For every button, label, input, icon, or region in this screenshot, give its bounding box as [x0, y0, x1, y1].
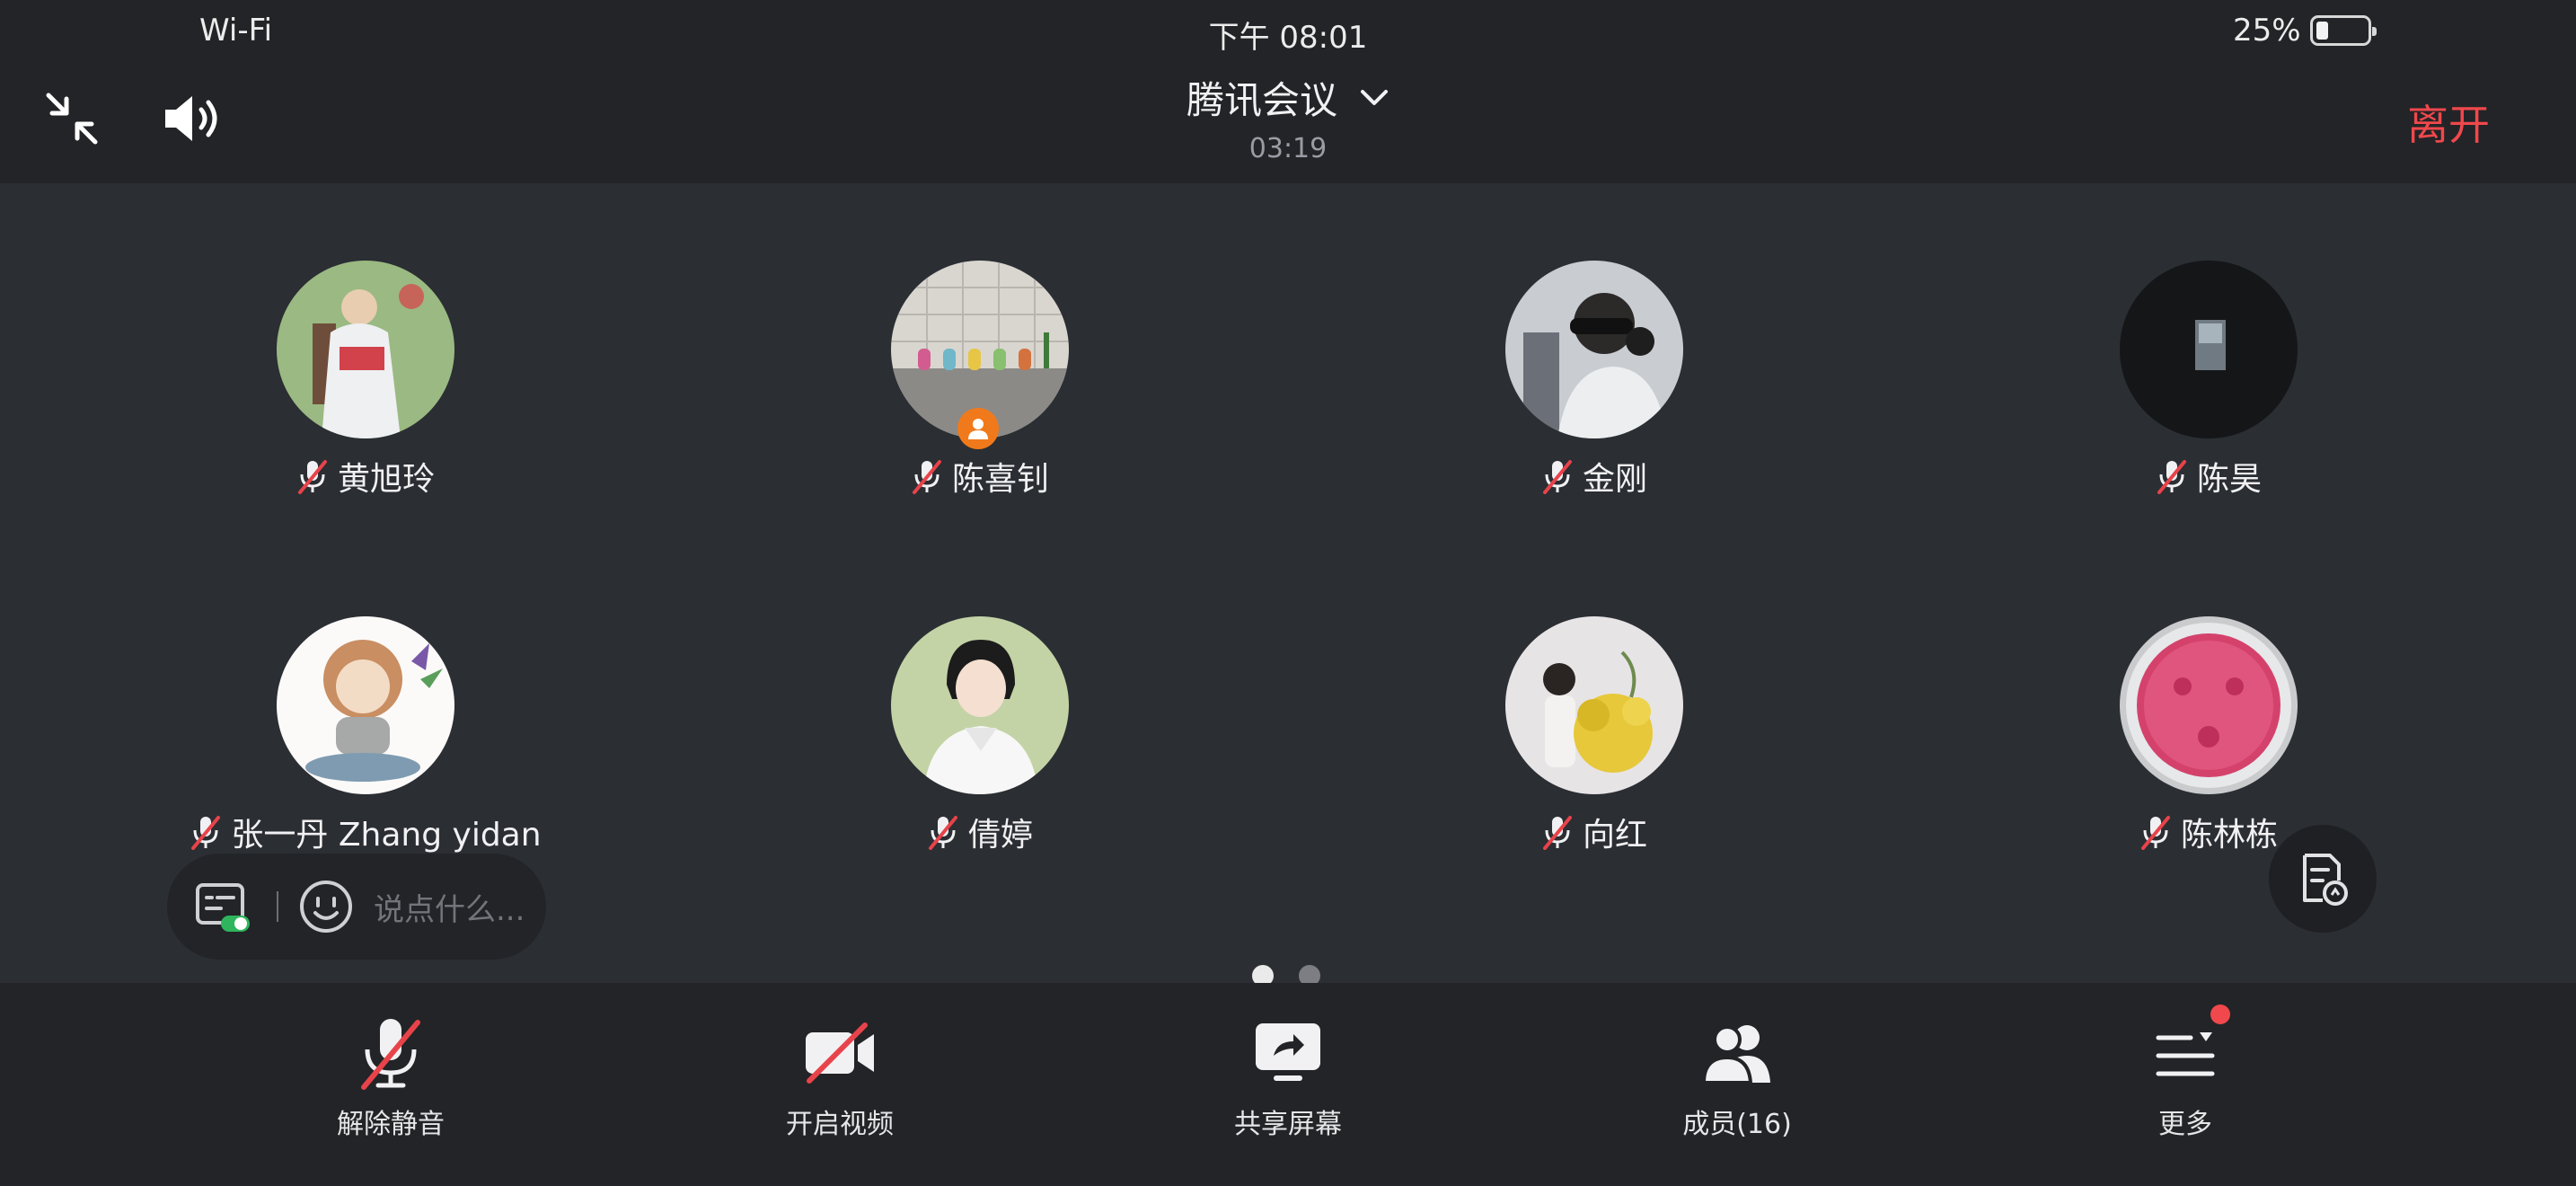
start-video-button[interactable]: 开启视频 [723, 1008, 957, 1141]
share-screen-icon [1256, 1023, 1320, 1081]
mic-muted-icon [912, 460, 941, 494]
participant-name-row: 陈林栋 [2139, 810, 2278, 854]
participant-name: 向红 [1582, 817, 1647, 854]
chat-divider [277, 891, 278, 922]
participant-name-row: 张一丹 Zhang yidan [190, 810, 542, 854]
members-icon [1701, 1025, 1770, 1084]
participant-tile[interactable]: 陈昊 [2029, 261, 2388, 498]
meeting-notes-button[interactable] [2269, 825, 2377, 933]
status-battery: 25% [2233, 13, 2377, 49]
participant-name-row: 金刚 [1541, 455, 1647, 498]
mic-muted-icon [1542, 460, 1572, 494]
mic-muted-icon [297, 460, 327, 494]
participant-name: 陈林栋 [2180, 817, 2278, 854]
participant-name-row: 黄旭玲 [296, 455, 435, 498]
unmute-button[interactable]: 解除静音 [274, 1008, 507, 1141]
mic-muted-icon [1542, 816, 1572, 850]
bottom-toolbar: 解除静音 开启视频 共享屏幕 成员(16) 更多 [0, 983, 2576, 1186]
participant-avatar [891, 616, 1069, 794]
participant-tile[interactable]: 向红 [1415, 616, 1774, 854]
participant-avatar [1505, 616, 1683, 794]
battery-tip [2371, 27, 2377, 36]
mic-muted-icon [2157, 460, 2186, 494]
battery-icon [2309, 15, 2377, 46]
tool-icon-wrap [802, 1008, 878, 1098]
members-label: 成员(16) [1682, 1109, 1792, 1140]
participant-tile[interactable]: 陈林栋 [2029, 616, 2388, 854]
participant-tile[interactable]: 陈喜钊 [800, 261, 1160, 498]
participant-name: 金刚 [1582, 461, 1647, 498]
more-button[interactable]: 更多 [2069, 1005, 2302, 1141]
status-time: 下午 08:01 [1208, 20, 1368, 56]
leave-button[interactable]: 离开 [2407, 93, 2490, 152]
tool-icon-wrap [358, 1008, 423, 1098]
battery-level [2316, 22, 2329, 40]
battery-percent: 25% [2233, 13, 2301, 49]
meeting-title: 腾讯会议 [1186, 78, 1337, 122]
mic-muted-icon [361, 1019, 420, 1090]
participant-name-row: 倩婷 [927, 810, 1033, 854]
members-button[interactable]: 成员(16) [1620, 1008, 1854, 1141]
more-label: 更多 [2158, 1109, 2212, 1140]
share-screen-label: 共享屏幕 [1234, 1109, 1342, 1140]
participant-tile[interactable]: 黄旭玲 [186, 261, 545, 498]
chevron-down-icon [1361, 89, 1388, 105]
meeting-duration: 03:19 [1248, 133, 1328, 164]
participant-name-row: 向红 [1541, 810, 1647, 854]
share-screen-button[interactable]: 共享屏幕 [1171, 1008, 1405, 1141]
more-menu-icon [2156, 1032, 2215, 1076]
unmute-label: 解除静音 [337, 1109, 445, 1140]
tool-icon-wrap [2153, 1005, 2230, 1098]
participant-name: 黄旭玲 [337, 461, 435, 498]
participant-tile[interactable]: 金刚 [1415, 261, 1774, 498]
participant-avatar [277, 261, 454, 438]
host-badge-icon [957, 408, 999, 449]
mic-muted-icon [2140, 816, 2170, 850]
notes-icon [2303, 854, 2348, 906]
start-video-label: 开启视频 [786, 1109, 894, 1140]
notification-dot [2210, 1005, 2230, 1024]
participant-name: 陈昊 [2196, 461, 2262, 498]
chat-input-bar[interactable]: 说点什么... [167, 854, 546, 960]
mic-muted-icon [928, 816, 957, 850]
subtitles-toggle-icon[interactable] [194, 880, 251, 934]
meeting-title-button[interactable]: 腾讯会议 [0, 70, 2576, 125]
participant-avatar [277, 616, 454, 794]
tool-icon-wrap [1698, 1008, 1776, 1098]
tool-icon-wrap [1252, 1008, 1324, 1098]
participant-name: 陈喜钊 [951, 461, 1049, 498]
participant-avatar [2120, 261, 2298, 438]
participant-name-row: 陈喜钊 [911, 455, 1049, 498]
emoji-icon[interactable] [298, 879, 354, 934]
participant-tile[interactable]: 张一丹 Zhang yidan [186, 616, 545, 854]
participant-tile[interactable]: 倩婷 [800, 616, 1160, 854]
participant-name: 倩婷 [967, 817, 1033, 854]
participant-name-row: 陈昊 [2156, 455, 2262, 498]
mic-muted-icon [191, 816, 221, 850]
top-bar: Wi-Fi 下午 08:01 25% 腾讯会议 03:19 离开 [0, 0, 2576, 183]
chat-placeholder[interactable]: 说点什么... [374, 885, 525, 929]
video-off-icon [806, 1022, 874, 1084]
participant-avatar [1505, 261, 1683, 438]
participant-name: 张一丹 Zhang yidan [231, 817, 542, 854]
participant-avatar [2120, 616, 2298, 794]
meeting-screen: Wi-Fi 下午 08:01 25% 腾讯会议 03:19 离开 黄旭玲 陈喜钊… [0, 0, 2576, 1186]
